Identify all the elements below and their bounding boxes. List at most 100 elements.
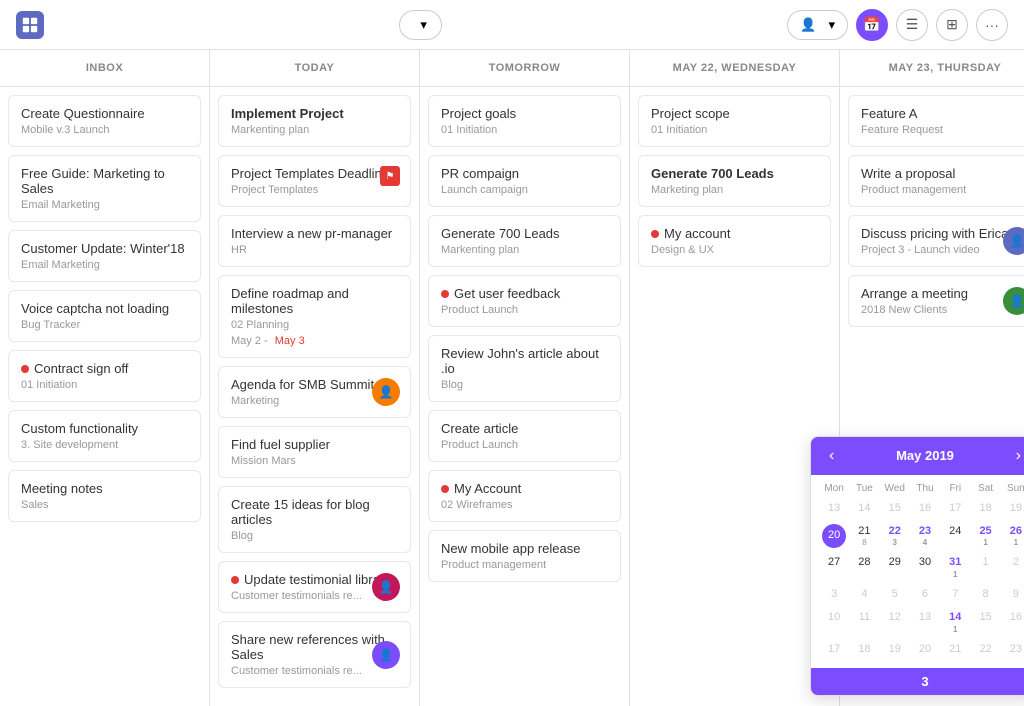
list-view-button[interactable]: ☰ <box>896 9 928 41</box>
grid-view-button[interactable]: ⊞ <box>936 9 968 41</box>
calendar-day[interactable]: 28 <box>849 552 879 581</box>
calendar-day[interactable]: 311 <box>940 552 970 581</box>
column-header-tomorrow: TOMORROW <box>420 50 629 87</box>
card-inbox-2[interactable]: Customer Update: Winter'18Email Marketin… <box>8 230 201 282</box>
view-for-button[interactable]: 👤 ▾ <box>787 10 848 40</box>
calendar-day[interactable]: 24 <box>940 521 970 550</box>
card-may22-0[interactable]: Project scope01 Initiation <box>638 95 831 147</box>
calendar-day[interactable]: 6 <box>910 584 940 605</box>
card-subtitle: Launch campaign <box>441 184 608 196</box>
card-today-1[interactable]: Project Templates DeadlineProject Templa… <box>218 155 411 207</box>
calendar-day[interactable]: 15 <box>970 607 1000 636</box>
calendar-next-button[interactable]: › <box>1012 447 1024 465</box>
card-inbox-0[interactable]: Create QuestionnaireMobile v.3 Launch <box>8 95 201 147</box>
card-tomorrow-4[interactable]: Review John's article about .ioBlog <box>428 335 621 402</box>
calendar-day[interactable]: 17 <box>940 498 970 519</box>
calendar-day[interactable]: 27 <box>819 552 849 581</box>
calendar-day[interactable]: 9 <box>1001 584 1024 605</box>
topbar-right: 👤 ▾ 📅 ☰ ⊞ ··· <box>787 9 1008 41</box>
card-tomorrow-6[interactable]: My Account02 Wireframes <box>428 470 621 522</box>
card-today-4[interactable]: Agenda for SMB SummitMarketing👤 <box>218 366 411 418</box>
card-tomorrow-5[interactable]: Create articleProduct Launch <box>428 410 621 462</box>
card-may23-0[interactable]: Feature AFeature Request <box>848 95 1024 147</box>
card-may23-3[interactable]: Arrange a meeting2018 New Clients👤 <box>848 275 1024 327</box>
calendar-day[interactable]: 16 <box>1001 607 1024 636</box>
calendar-day[interactable]: 15 <box>880 498 910 519</box>
card-may23-2[interactable]: Discuss pricing with Erica Project 3 - La… <box>848 215 1024 267</box>
calendar-day[interactable]: 1 <box>970 552 1000 581</box>
list-icon: ☰ <box>906 16 919 33</box>
calendar-icon: 📅 <box>863 16 880 33</box>
priority-dot-icon <box>21 365 29 373</box>
card-inbox-3[interactable]: Voice captcha not loadingBug Tracker <box>8 290 201 342</box>
card-may22-2[interactable]: My accountDesign & UX <box>638 215 831 267</box>
calendar-day[interactable]: 218 <box>849 521 879 550</box>
card-inbox-5[interactable]: Custom functionality3. Site development <box>8 410 201 462</box>
column-today: TODAYImplement ProjectMarkenting planPro… <box>210 50 420 706</box>
card-inbox-1[interactable]: Free Guide: Marketing to SalesEmail Mark… <box>8 155 201 222</box>
calendar-day[interactable]: 4 <box>849 584 879 605</box>
calendar-day[interactable]: 10 <box>819 607 849 636</box>
calendar-day[interactable]: 18 <box>849 639 879 660</box>
calendar-day[interactable]: 13 <box>910 607 940 636</box>
calendar-day[interactable]: 20 <box>822 524 846 548</box>
calendar-days-grid: 1314151617181920218223234242512612728293… <box>819 498 1024 660</box>
calendar-day[interactable]: 251 <box>970 521 1000 550</box>
calendar-day[interactable]: 20 <box>910 639 940 660</box>
calendar-day[interactable]: 21 <box>940 639 970 660</box>
card-tomorrow-3[interactable]: Get user feedbackProduct Launch <box>428 275 621 327</box>
more-options-button[interactable]: ··· <box>976 9 1008 41</box>
calendar-day[interactable]: 22 <box>970 639 1000 660</box>
card-subtitle: Mission Mars <box>231 455 398 467</box>
action-required-button[interactable]: ▾ <box>399 10 442 40</box>
card-inbox-6[interactable]: Meeting notesSales <box>8 470 201 522</box>
card-tomorrow-0[interactable]: Project goals01 Initiation <box>428 95 621 147</box>
calendar-day[interactable]: 14 <box>849 498 879 519</box>
calendar-day[interactable]: 261 <box>1001 521 1024 550</box>
calendar-day[interactable]: 29 <box>880 552 910 581</box>
calendar-day[interactable]: 30 <box>910 552 940 581</box>
calendar-day[interactable]: 7 <box>940 584 970 605</box>
calendar-day[interactable]: 3 <box>819 584 849 605</box>
calendar-day[interactable]: 5 <box>880 584 910 605</box>
calendar-day[interactable]: 12 <box>880 607 910 636</box>
card-today-2[interactable]: Interview a new pr-managerHR <box>218 215 411 267</box>
card-tomorrow-7[interactable]: New mobile app releaseProduct management <box>428 530 621 582</box>
calendar-overlay: ‹May 2019›MonTueWedThuFriSatSun131415161… <box>810 436 1024 696</box>
card-subtitle: Project 3 - Launch video <box>861 244 1024 256</box>
card-subtitle: Product management <box>441 559 608 571</box>
card-may23-1[interactable]: Write a proposalProduct management <box>848 155 1024 207</box>
card-today-8[interactable]: Share new references with SalesCustomer … <box>218 621 411 688</box>
card-today-6[interactable]: Create 15 ideas for blog articlesBlog <box>218 486 411 553</box>
calendar-day[interactable]: 16 <box>910 498 940 519</box>
priority-dot-icon <box>441 290 449 298</box>
card-title: Discuss pricing with Erica <box>861 226 1024 241</box>
calendar-day[interactable]: 234 <box>910 521 940 550</box>
calendar-day[interactable]: 2 <box>1001 552 1024 581</box>
calendar-prev-button[interactable]: ‹ <box>825 447 838 465</box>
calendar-day[interactable]: 19 <box>1001 498 1024 519</box>
calendar-day[interactable]: 223 <box>880 521 910 550</box>
card-inbox-4[interactable]: Contract sign off01 Initiation <box>8 350 201 402</box>
calendar-day[interactable]: 17 <box>819 639 849 660</box>
calendar-day[interactable]: 8 <box>970 584 1000 605</box>
calendar-view-button[interactable]: 📅 <box>856 9 888 41</box>
card-title: PR compaign <box>441 166 608 181</box>
calendar-days-header: MonTueWedThuFriSatSun <box>819 483 1024 494</box>
card-tomorrow-2[interactable]: Generate 700 LeadsMarkenting plan <box>428 215 621 267</box>
calendar-day[interactable]: 23 <box>1001 639 1024 660</box>
card-today-3[interactable]: Define roadmap and milestones02 Planning… <box>218 275 411 358</box>
card-today-0[interactable]: Implement ProjectMarkenting plan <box>218 95 411 147</box>
card-may22-1[interactable]: Generate 700 LeadsMarketing plan <box>638 155 831 207</box>
calendar-day[interactable]: 19 <box>880 639 910 660</box>
dropdown-arrow-icon: ▾ <box>420 17 427 33</box>
calendar-day[interactable]: 13 <box>819 498 849 519</box>
calendar-day-header: Tue <box>849 483 879 494</box>
priority-dot-icon <box>231 576 239 584</box>
calendar-day[interactable]: 18 <box>970 498 1000 519</box>
card-today-7[interactable]: Update testimonial libraryCustomer testi… <box>218 561 411 613</box>
calendar-day[interactable]: 141 <box>940 607 970 636</box>
calendar-day[interactable]: 11 <box>849 607 879 636</box>
card-tomorrow-1[interactable]: PR compaign Launch campaign <box>428 155 621 207</box>
card-today-5[interactable]: Find fuel supplierMission Mars <box>218 426 411 478</box>
